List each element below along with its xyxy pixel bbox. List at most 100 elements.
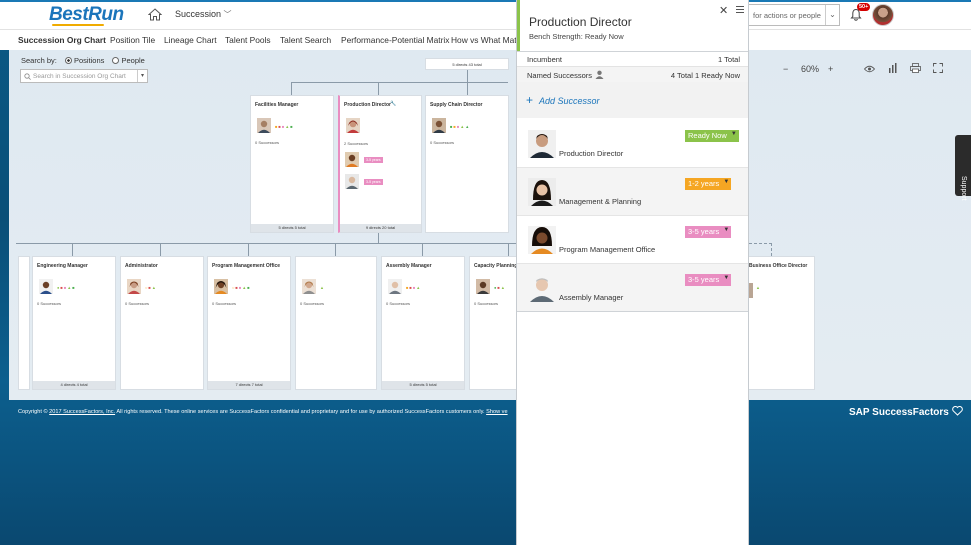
card-title: Program Management Office xyxy=(212,263,281,269)
successor-row[interactable]: Assembly Manager 3-5 years ▼ xyxy=(517,264,748,312)
support-tab[interactable]: Support xyxy=(955,135,971,201)
org-card-partial[interactable] xyxy=(18,256,30,390)
person-photo xyxy=(346,118,360,133)
brand-text: SAP SuccessFactors xyxy=(849,407,949,418)
card-title: Production Director xyxy=(344,102,391,108)
user-avatar[interactable] xyxy=(872,4,894,26)
tab-performance-potential-matrix[interactable]: Performance-Potential Matrix xyxy=(341,35,449,45)
person-photo xyxy=(127,279,141,294)
successor-role: Management & Planning xyxy=(559,197,642,206)
readiness-badge: 3-5 years xyxy=(364,179,383,185)
readiness-dropdown[interactable]: 3-5 years ▼ xyxy=(685,274,732,286)
company-logo[interactable]: BestRun xyxy=(49,4,124,26)
bench-strength: Bench Strength: Ready Now xyxy=(529,32,624,41)
show-version-link[interactable]: Show ve xyxy=(486,409,507,415)
connector-line xyxy=(72,243,73,256)
person-photo xyxy=(388,279,402,294)
zoom-out-button[interactable]: − xyxy=(783,64,788,74)
connector-line xyxy=(160,243,161,256)
fullscreen-icon[interactable] xyxy=(933,63,943,73)
org-card-assembly-manager[interactable]: Assembly Manager ■■■▲ 0 Successors 5 dir… xyxy=(381,256,465,390)
successors-count: 2 Successors xyxy=(344,141,369,146)
org-card-engineering-manager[interactable]: Engineering Manager ●■■▲■ 0 Successors 4… xyxy=(32,256,116,390)
readiness-dropdown[interactable]: 1-2 years ▼ xyxy=(685,178,732,190)
org-card-capacity-planning[interactable]: Capacity Planning I ●■▲ 0 Successors xyxy=(469,256,520,390)
chevron-down-icon[interactable]: ⌄ xyxy=(825,5,839,25)
card-title: Administrator xyxy=(125,263,158,269)
successor-row[interactable]: Production Director Ready Now ▼ xyxy=(517,120,748,168)
successors-count: 0 Successors xyxy=(430,140,455,145)
org-card-program-management-office[interactable]: Program Management Office ○■■▲■ 0 Succes… xyxy=(207,256,291,390)
indicator-icons: ■■■▲■ xyxy=(275,124,294,129)
person-photo xyxy=(257,118,271,133)
close-icon[interactable]: ✕ xyxy=(719,4,728,17)
org-card-production-director[interactable]: Production Director 🔧 2 Successors 3-5 y… xyxy=(338,95,422,233)
tab-lineage-chart[interactable]: Lineage Chart xyxy=(164,35,217,45)
readiness-dropdown[interactable]: Ready Now ▼ xyxy=(685,130,739,142)
indicator-icons: ■■■▲▲ xyxy=(450,124,471,129)
copyright-suffix: All rights reserved. These online servic… xyxy=(115,409,487,415)
successors-count: 0 Successors xyxy=(300,301,325,306)
search-by-group: Search by: Positions People xyxy=(21,56,145,65)
person-photo xyxy=(476,279,490,294)
card-footer[interactable] xyxy=(296,381,376,389)
card-footer[interactable]: 5 directs 5 total xyxy=(251,224,333,232)
bench-strength-indicator xyxy=(517,0,520,52)
connector-line xyxy=(335,243,336,256)
global-search-input[interactable]: for actions or people ⌄ xyxy=(748,4,840,26)
successor-photo xyxy=(345,152,359,167)
card-footer[interactable]: 5 directs 5 total xyxy=(382,381,464,389)
card-title: Capacity Planning I xyxy=(474,263,521,269)
caret-down-icon: ▼ xyxy=(723,275,730,281)
indicator-icons: ■■■▲ xyxy=(406,285,422,290)
org-chart-search-input[interactable]: Search in Succession Org Chart ▾ xyxy=(20,69,148,83)
indicator-icons: ▲ xyxy=(320,285,325,290)
card-footer[interactable]: 9 directs 20 total xyxy=(340,224,421,232)
add-successor-button[interactable]: + Add Successor xyxy=(517,82,748,118)
divider xyxy=(517,51,748,52)
org-card-administrator[interactable]: Administrator ○■▲ 0 Successors xyxy=(120,256,204,390)
chart-icon[interactable] xyxy=(888,63,898,73)
caret-down-icon: ▼ xyxy=(730,131,737,137)
tab-succession-org-chart[interactable]: Succession Org Chart xyxy=(18,35,106,45)
card-footer[interactable] xyxy=(426,224,508,232)
radio-people[interactable] xyxy=(112,57,120,64)
hamburger-menu-icon[interactable] xyxy=(736,6,744,13)
person-photo xyxy=(432,118,446,133)
plus-icon: + xyxy=(526,93,534,107)
card-footer[interactable] xyxy=(121,381,203,389)
notification-badge: 50+ xyxy=(857,3,871,11)
support-label: Support xyxy=(960,176,967,201)
readiness-dropdown[interactable]: 3-5 years ▼ xyxy=(685,226,732,238)
org-search-placeholder: Search in Succession Org Chart xyxy=(33,73,126,80)
tab-talent-search[interactable]: Talent Search xyxy=(280,35,331,45)
card-title: Business Office Director xyxy=(749,263,808,269)
radio-positions[interactable] xyxy=(64,57,72,64)
org-card-supply-chain-director[interactable]: Supply Chain Director ■■■▲▲ 0 Successors xyxy=(425,95,509,233)
tab-talent-pools[interactable]: Talent Pools xyxy=(225,35,271,45)
card-footer[interactable]: 4 directs 4 total xyxy=(33,381,115,389)
footer-brand: SAP SuccessFactors xyxy=(849,406,963,418)
add-successor-label: Add Successor xyxy=(539,96,600,106)
radio-positions-label[interactable]: Positions xyxy=(74,56,104,65)
radio-people-label[interactable]: People xyxy=(121,56,144,65)
chevron-down-icon[interactable]: ▾ xyxy=(137,70,147,82)
eye-icon[interactable] xyxy=(864,65,875,73)
org-card-business-office-director[interactable]: Business Office Director ▲ xyxy=(749,256,815,390)
org-card-unnamed[interactable]: ▲ 0 Successors xyxy=(295,256,377,390)
global-search-placeholder: for actions or people xyxy=(753,11,821,20)
tab-position-tile[interactable]: Position Tile xyxy=(110,35,155,45)
tab-how-vs-what-matrix[interactable]: How vs What Matrix xyxy=(451,35,525,45)
named-successors-row[interactable]: Named Successors 4 Total 1 Ready Now xyxy=(517,66,748,82)
successor-row[interactable]: Program Management Office 3-5 years ▼ xyxy=(517,216,748,264)
card-footer[interactable]: 7 directs 7 total xyxy=(208,381,290,389)
successor-row[interactable]: Management & Planning 1-2 years ▼ xyxy=(517,168,748,216)
parent-node-summary[interactable]: 5 directs 43 total xyxy=(425,58,509,70)
print-icon[interactable] xyxy=(910,63,921,73)
module-menu[interactable]: Succession ﹀ xyxy=(175,9,232,20)
zoom-in-button[interactable]: + xyxy=(828,64,833,74)
org-card-facilities-manager[interactable]: Facilities Manager ■■■▲■ 0 Successors 5 … xyxy=(250,95,334,233)
successors-count: 0 Successors xyxy=(125,301,150,306)
home-icon[interactable] xyxy=(148,8,162,21)
copyright-link[interactable]: 2017 SuccessFactors, Inc. xyxy=(49,409,115,415)
